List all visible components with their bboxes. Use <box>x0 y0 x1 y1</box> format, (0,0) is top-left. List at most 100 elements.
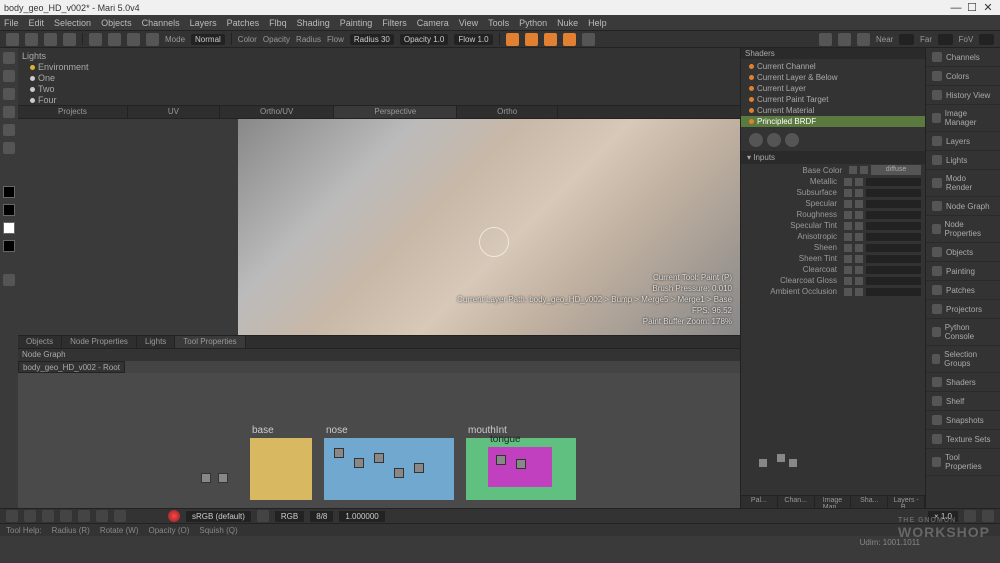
sub-node-icon[interactable] <box>394 468 404 478</box>
menu-painting[interactable]: Painting <box>340 18 373 28</box>
input-slider[interactable] <box>866 211 921 219</box>
palette-tab[interactable]: Lights <box>926 151 1000 170</box>
fov-field[interactable] <box>979 34 994 45</box>
view-icon[interactable] <box>544 33 557 46</box>
input-slider[interactable] <box>866 222 921 230</box>
swap-color-icon[interactable] <box>3 204 15 216</box>
minimize-button[interactable]: — <box>948 2 964 14</box>
node-tongue[interactable]: tongue <box>488 447 552 487</box>
shader-item[interactable]: Current Paint Target <box>741 94 925 105</box>
tab-channels[interactable]: Chan... <box>778 496 815 508</box>
foreground-color[interactable] <box>3 186 15 198</box>
light-item[interactable]: One <box>22 73 736 84</box>
input-toggle[interactable] <box>855 288 863 296</box>
light-item[interactable]: Four <box>22 95 736 106</box>
menu-channels[interactable]: Channels <box>142 18 180 28</box>
sub-node-icon[interactable] <box>496 455 506 465</box>
maximize-button[interactable]: ☐ <box>964 1 980 14</box>
palette-tab[interactable]: History View <box>926 86 1000 105</box>
palette-tab[interactable]: Projectors <box>926 300 1000 319</box>
input-toggle[interactable] <box>844 200 852 208</box>
tool-icon[interactable] <box>146 33 159 46</box>
flow-field[interactable]: Flow 1.0 <box>454 34 492 45</box>
node-icon[interactable] <box>201 473 211 483</box>
input-value[interactable]: diffuse <box>871 165 921 175</box>
input-toggle[interactable] <box>844 211 852 219</box>
statusbar-icon[interactable] <box>6 510 18 522</box>
input-toggle[interactable] <box>855 244 863 252</box>
tab-perspective[interactable]: Perspective <box>334 106 457 118</box>
tool-icon[interactable] <box>3 274 15 286</box>
palette-tab[interactable]: Python Console <box>926 319 1000 346</box>
input-toggle[interactable] <box>855 189 863 197</box>
tool-icon[interactable] <box>108 33 121 46</box>
statusbar-icon[interactable] <box>78 510 90 522</box>
menu-objects[interactable]: Objects <box>101 18 132 28</box>
color-swatch[interactable] <box>849 166 857 174</box>
camera-icon[interactable] <box>857 33 870 46</box>
view-icon[interactable] <box>582 33 595 46</box>
input-toggle[interactable] <box>855 211 863 219</box>
eraser-tool-icon[interactable] <box>3 106 15 118</box>
statusbar-icon[interactable] <box>60 510 72 522</box>
menu-layers[interactable]: Layers <box>190 18 217 28</box>
save-icon[interactable] <box>44 33 57 46</box>
input-toggle[interactable] <box>844 266 852 274</box>
input-toggle[interactable] <box>855 222 863 230</box>
sub-node-icon[interactable] <box>374 453 384 463</box>
gamma-field[interactable]: 1.000000 <box>339 511 384 522</box>
palette-tab[interactable]: Painting <box>926 262 1000 281</box>
tool-icon[interactable] <box>89 33 102 46</box>
menu-selection[interactable]: Selection <box>54 18 91 28</box>
input-toggle[interactable] <box>844 244 852 252</box>
tab-objects[interactable]: Objects <box>18 336 62 348</box>
shader-item[interactable]: Current Channel <box>741 61 925 72</box>
sub-node-icon[interactable] <box>334 448 344 458</box>
breadcrumb[interactable]: body_geo_HD_v002 - Root <box>18 361 125 373</box>
menu-flbq[interactable]: Flbq <box>269 18 287 28</box>
tab-layers[interactable]: Layers - B... <box>888 496 925 508</box>
shader-item[interactable]: Current Layer & Below <box>741 72 925 83</box>
menu-shading[interactable]: Shading <box>297 18 330 28</box>
transform-tool-icon[interactable] <box>3 70 15 82</box>
shader-item-selected[interactable]: Principled BRDF <box>741 116 925 127</box>
palette-tab[interactable]: Shaders <box>926 373 1000 392</box>
input-slider[interactable] <box>866 200 921 208</box>
bitdepth-field[interactable]: 8/8 <box>310 511 333 522</box>
3d-viewport[interactable]: Current Tool: Paint (P) Brush Pressure: … <box>238 119 740 335</box>
menu-view[interactable]: View <box>459 18 478 28</box>
input-slider[interactable] <box>866 189 921 197</box>
statusbar-icon[interactable] <box>257 510 269 522</box>
menu-patches[interactable]: Patches <box>227 18 260 28</box>
input-slider[interactable] <box>866 277 921 285</box>
input-slider[interactable] <box>866 266 921 274</box>
input-toggle[interactable] <box>844 255 852 263</box>
palette-tab[interactable]: Image Manager <box>926 105 1000 132</box>
add-shader-icon[interactable] <box>749 133 763 147</box>
node-icon[interactable] <box>788 458 798 468</box>
remove-shader-icon[interactable] <box>767 133 781 147</box>
statusbar-icon[interactable] <box>96 510 108 522</box>
camera-icon[interactable] <box>819 33 832 46</box>
palette-tab[interactable]: Tool Properties <box>926 449 1000 476</box>
tab-ortho[interactable]: Ortho <box>457 106 558 118</box>
menu-edit[interactable]: Edit <box>29 18 45 28</box>
input-slider[interactable] <box>866 178 921 186</box>
input-toggle[interactable] <box>844 233 852 241</box>
clone-tool-icon[interactable] <box>3 124 15 136</box>
node-nose[interactable]: nose <box>324 438 454 500</box>
palette-tab[interactable]: Colors <box>926 67 1000 86</box>
paint-tool-icon[interactable] <box>3 88 15 100</box>
input-toggle[interactable] <box>855 200 863 208</box>
input-toggle[interactable] <box>844 222 852 230</box>
palette-tab[interactable]: Modo Render <box>926 170 1000 197</box>
refresh-shader-icon[interactable] <box>785 133 799 147</box>
menu-help[interactable]: Help <box>588 18 607 28</box>
new-icon[interactable] <box>6 33 19 46</box>
palette-tab[interactable]: Layers <box>926 132 1000 151</box>
sub-node-icon[interactable] <box>354 458 364 468</box>
colorspace-icon[interactable] <box>168 510 180 522</box>
palette-tab[interactable]: Shelf <box>926 392 1000 411</box>
opacity-field[interactable]: Opacity 1.0 <box>400 34 448 45</box>
near-field[interactable] <box>899 34 914 45</box>
